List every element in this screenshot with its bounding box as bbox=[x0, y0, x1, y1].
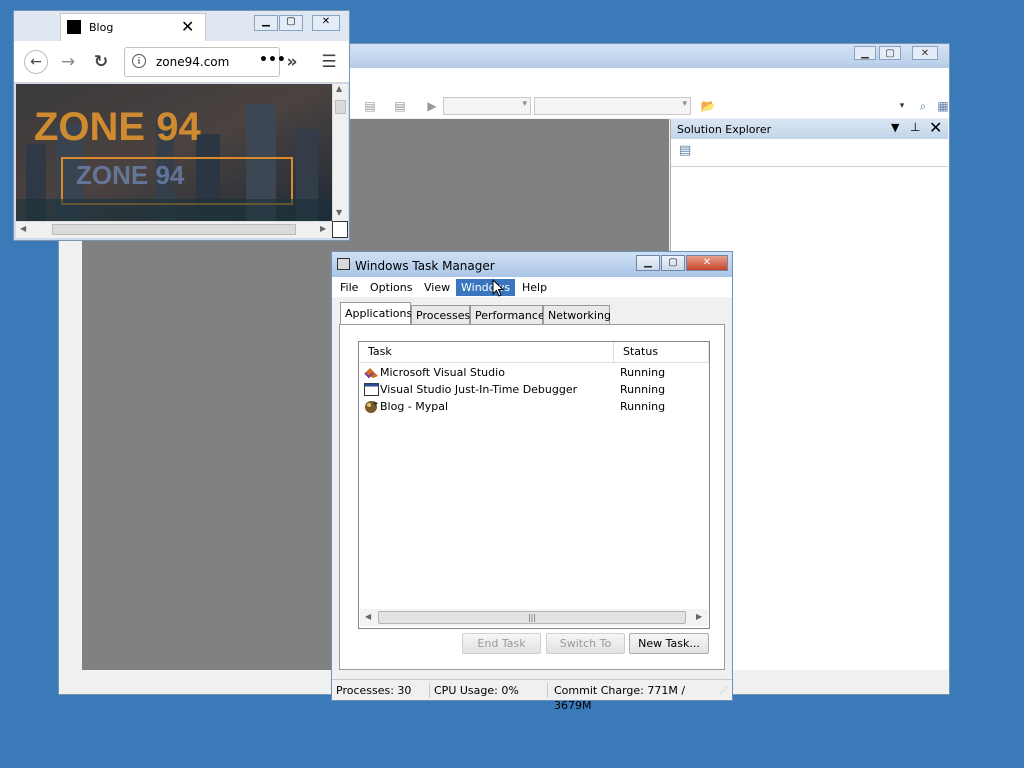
mouse-cursor-icon bbox=[492, 279, 504, 297]
mypal-browser-icon bbox=[365, 401, 378, 413]
task-name: Visual Studio Just-In-Time Debugger bbox=[380, 383, 578, 396]
column-header-task[interactable]: Task bbox=[359, 342, 614, 362]
browser-window: Blog ✕ ▁ ▢ ✕ ← → ↻ i zone94.com ••• » ☰ bbox=[13, 10, 350, 241]
tab-title: Blog bbox=[89, 21, 114, 34]
scroll-down-icon[interactable]: ▼ bbox=[336, 208, 342, 217]
task-manager-window: Windows Task Manager ▁ ▢ ✕ File Options … bbox=[331, 251, 733, 712]
vs-close-button[interactable]: ✕ bbox=[912, 46, 938, 60]
column-header-status[interactable]: Status bbox=[614, 342, 709, 362]
tab-performance[interactable]: Performance bbox=[470, 305, 545, 324]
task-manager-menu-bar: File Options View Windows Help bbox=[332, 277, 732, 297]
task-manager-title: Windows Task Manager bbox=[355, 259, 495, 273]
table-row[interactable]: Microsoft Visual Studio Running bbox=[359, 364, 709, 381]
task-status: Running bbox=[620, 366, 666, 379]
menu-options[interactable]: Options bbox=[365, 279, 417, 296]
close-icon[interactable]: ✕ bbox=[929, 118, 942, 137]
list-horizontal-scrollbar[interactable]: ◀ ||| ▶ bbox=[360, 609, 708, 626]
tab-close-icon[interactable]: ✕ bbox=[181, 17, 194, 36]
reload-icon[interactable]: ↻ bbox=[89, 50, 113, 74]
task-name: Blog - Mypal bbox=[380, 400, 449, 413]
vertical-scroll-thumb[interactable] bbox=[335, 100, 346, 114]
table-row[interactable]: Visual Studio Just-In-Time Debugger Runn… bbox=[359, 381, 709, 398]
tab-processes[interactable]: Processes bbox=[411, 305, 470, 324]
tm-close-button[interactable]: ✕ bbox=[686, 255, 728, 271]
visual-studio-icon bbox=[364, 368, 378, 379]
url-bar[interactable]: i zone94.com ••• bbox=[124, 47, 286, 77]
browser-vertical-scrollbar[interactable]: ▲ ▼ bbox=[332, 84, 348, 221]
tab-applications[interactable]: Applications bbox=[340, 302, 412, 325]
properties-icon[interactable]: ▦ bbox=[935, 98, 951, 114]
table-row[interactable]: Blog - Mypal Running bbox=[359, 398, 709, 415]
url-text: zone94.com bbox=[156, 55, 230, 69]
banner-title: ZONE 94 bbox=[34, 105, 201, 149]
vs-maximize-button[interactable]: ▢ bbox=[879, 46, 901, 60]
browser-nav-bar: ← → ↻ i zone94.com ••• » ☰ bbox=[14, 41, 349, 83]
browser-close-button[interactable]: ✕ bbox=[312, 15, 340, 31]
resize-corner[interactable] bbox=[332, 221, 348, 238]
panel-dropdown-icon[interactable]: ▼ bbox=[891, 121, 899, 134]
menu-help[interactable]: Help bbox=[517, 279, 552, 296]
menu-windows[interactable]: Windows bbox=[456, 279, 516, 296]
list-scroll-right-icon[interactable]: ▶ bbox=[696, 612, 702, 621]
uncomment-icon[interactable]: ▤ bbox=[392, 98, 408, 114]
comment-icon[interactable]: ▤ bbox=[362, 98, 378, 114]
status-bar: Processes: 30 CPU Usage: 0% Commit Charg… bbox=[332, 679, 732, 712]
site-favicon-icon bbox=[67, 20, 81, 34]
new-task-button[interactable]: New Task... bbox=[629, 633, 709, 654]
banner-title-echo: ZONE 94 bbox=[76, 160, 185, 190]
task-status: Running bbox=[620, 383, 666, 396]
find-icon[interactable]: ⌕ bbox=[915, 98, 931, 114]
tm-maximize-button[interactable]: ▢ bbox=[661, 255, 685, 271]
tab-networking[interactable]: Networking bbox=[543, 305, 611, 324]
page-content[interactable]: ZONE 94 ZONE 94 bbox=[16, 84, 332, 221]
applications-panel: Task Status Microsoft Visual Studio Runn… bbox=[339, 324, 725, 670]
tm-minimize-button[interactable]: ▁ bbox=[636, 255, 660, 271]
hamburger-menu-icon[interactable]: ☰ bbox=[317, 50, 341, 74]
scroll-up-icon[interactable]: ▲ bbox=[336, 84, 342, 93]
platform-combo[interactable] bbox=[534, 97, 691, 115]
toolbar-overflow-icon[interactable]: ▾ bbox=[894, 98, 910, 114]
forward-icon[interactable]: → bbox=[56, 50, 80, 74]
back-icon[interactable]: ← bbox=[24, 50, 48, 74]
configuration-combo[interactable] bbox=[443, 97, 531, 115]
resize-grip-icon[interactable]: ⋰ bbox=[720, 686, 728, 695]
list-scroll-thumb[interactable]: ||| bbox=[378, 611, 686, 624]
browser-maximize-button[interactable]: ▢ bbox=[279, 15, 303, 31]
browser-horizontal-scrollbar[interactable]: ◀ ▶ bbox=[16, 221, 332, 238]
end-task-button[interactable]: End Task bbox=[462, 633, 541, 654]
solution-explorer-title: Solution Explorer bbox=[677, 123, 772, 136]
vs-minimize-button[interactable]: ▁ bbox=[854, 46, 876, 60]
task-name: Microsoft Visual Studio bbox=[380, 366, 505, 379]
solution-explorer-toolbar: ▤ bbox=[671, 139, 948, 167]
switch-to-button[interactable]: Switch To bbox=[546, 633, 625, 654]
blog-banner-image: ZONE 94 ZONE 94 bbox=[16, 84, 332, 221]
status-commit-charge: Commit Charge: 771M / 3679M bbox=[554, 684, 686, 712]
browser-minimize-button[interactable]: ▁ bbox=[254, 15, 278, 31]
scroll-left-icon[interactable]: ◀ bbox=[20, 224, 26, 233]
pin-icon[interactable]: ⊥ bbox=[910, 120, 920, 134]
applications-list[interactable]: Task Status Microsoft Visual Studio Runn… bbox=[358, 341, 710, 629]
overflow-chevron-icon[interactable]: » bbox=[280, 50, 304, 74]
task-status: Running bbox=[620, 400, 666, 413]
status-cpu: CPU Usage: 0% bbox=[430, 683, 548, 698]
menu-file[interactable]: File bbox=[335, 279, 363, 296]
scroll-right-icon[interactable]: ▶ bbox=[320, 224, 326, 233]
info-icon[interactable]: i bbox=[132, 54, 146, 68]
menu-view[interactable]: View bbox=[419, 279, 455, 296]
debugger-window-icon bbox=[364, 383, 379, 396]
show-all-files-icon[interactable]: ▤ bbox=[679, 143, 691, 158]
horizontal-scroll-thumb[interactable] bbox=[52, 224, 296, 235]
status-processes: Processes: 30 bbox=[332, 683, 430, 698]
list-scroll-left-icon[interactable]: ◀ bbox=[365, 612, 371, 621]
browser-tab-blog[interactable]: Blog ✕ bbox=[60, 13, 206, 41]
task-manager-app-icon bbox=[337, 258, 350, 270]
start-icon[interactable]: ▶ bbox=[424, 98, 440, 114]
open-folder-icon[interactable]: 📂 bbox=[700, 98, 716, 114]
